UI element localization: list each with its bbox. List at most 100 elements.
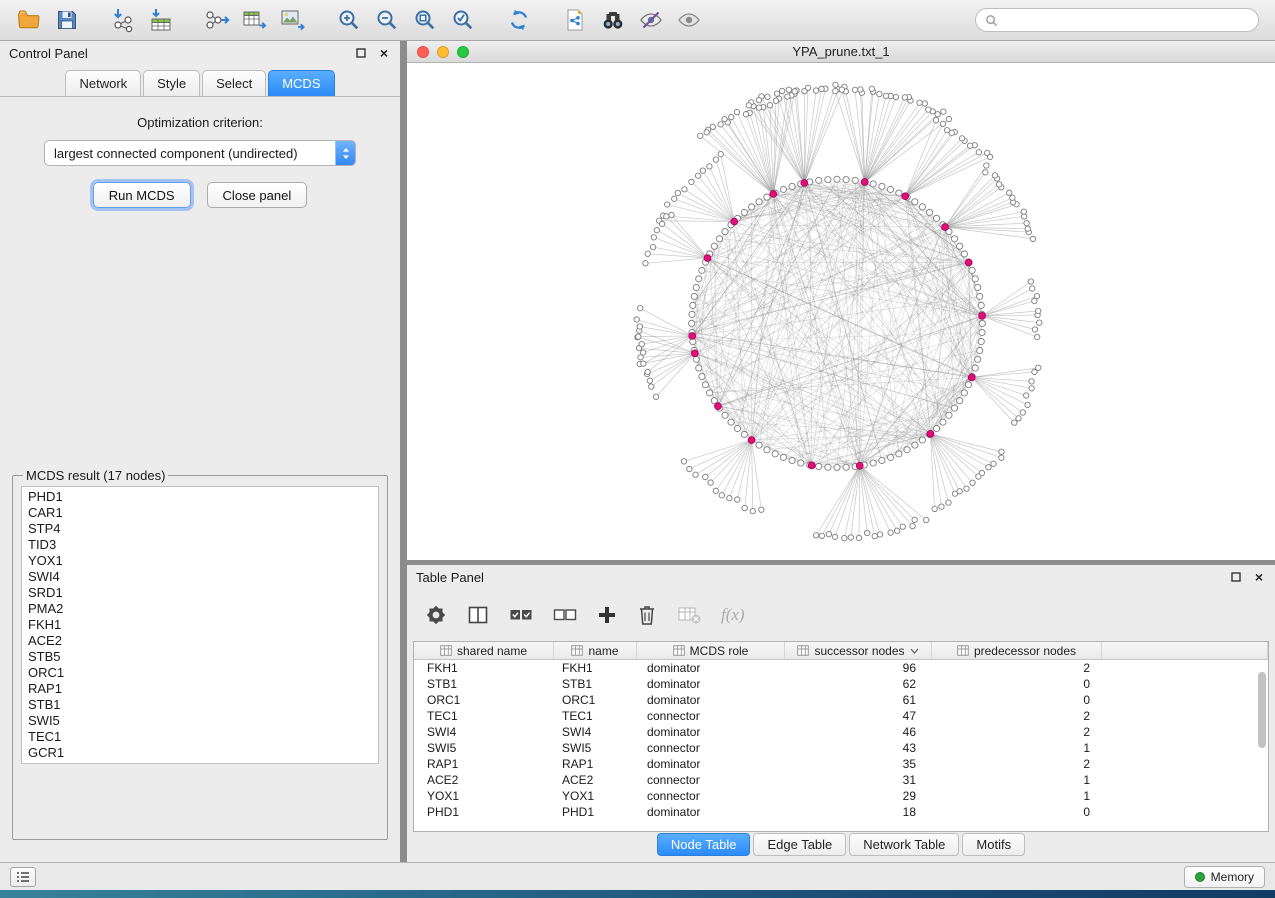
network-node[interactable]: [780, 186, 786, 192]
network-node[interactable]: [951, 405, 957, 411]
network-node[interactable]: [870, 181, 876, 187]
network-node[interactable]: [645, 369, 650, 374]
column-header-predecessor-nodes[interactable]: predecessor nodes: [932, 642, 1102, 660]
network-node[interactable]: [813, 88, 818, 93]
network-node[interactable]: [643, 261, 648, 266]
table-row[interactable]: TEC1TEC1connector472: [414, 708, 1268, 724]
network-node[interactable]: [659, 221, 664, 226]
network-node[interactable]: [979, 320, 985, 326]
mcds-result-item[interactable]: STP4: [22, 521, 378, 537]
network-node[interactable]: [722, 116, 727, 121]
network-node[interactable]: [992, 173, 997, 178]
tab-select[interactable]: Select: [202, 70, 266, 96]
network-node[interactable]: [728, 419, 734, 425]
network-node[interactable]: [941, 109, 946, 114]
column-header-shared-name[interactable]: shared name: [414, 642, 554, 660]
network-node[interactable]: [638, 306, 643, 311]
network-node[interactable]: [1037, 320, 1042, 325]
network-node[interactable]: [767, 103, 772, 108]
network-node[interactable]: [699, 267, 705, 273]
network-node[interactable]: [689, 320, 695, 326]
network-node[interactable]: [690, 302, 696, 308]
network-node[interactable]: [887, 186, 893, 192]
network-node[interactable]: [939, 504, 944, 509]
network-node[interactable]: [940, 121, 945, 126]
mcds-result-item[interactable]: SWI4: [22, 569, 378, 585]
network-hub-node[interactable]: [801, 180, 808, 187]
network-node[interactable]: [759, 507, 764, 512]
network-node[interactable]: [1030, 286, 1035, 291]
network-node[interactable]: [798, 460, 804, 466]
network-node[interactable]: [969, 267, 975, 273]
network-node[interactable]: [1012, 420, 1017, 425]
network-node[interactable]: [1025, 226, 1030, 231]
clone-network-button[interactable]: [556, 3, 594, 37]
mcds-result-item[interactable]: SWI5: [22, 713, 378, 729]
network-hub-node[interactable]: [704, 255, 711, 262]
network-node[interactable]: [641, 361, 646, 366]
network-hub-node[interactable]: [808, 462, 815, 469]
network-node[interactable]: [682, 187, 687, 192]
network-node[interactable]: [1030, 236, 1035, 241]
network-node[interactable]: [965, 382, 971, 388]
network-node[interactable]: [932, 506, 937, 511]
network-node[interactable]: [734, 425, 740, 431]
network-node[interactable]: [785, 94, 790, 99]
network-node[interactable]: [773, 98, 778, 103]
network-node[interactable]: [756, 105, 761, 110]
network-node[interactable]: [1010, 195, 1015, 200]
export-image-button[interactable]: [274, 3, 312, 37]
network-node[interactable]: [887, 454, 893, 460]
export-network-button[interactable]: [198, 3, 236, 37]
network-node[interactable]: [902, 95, 907, 100]
network-node[interactable]: [750, 508, 755, 513]
network-node[interactable]: [832, 534, 837, 539]
network-node[interactable]: [926, 209, 932, 215]
network-hub-node[interactable]: [856, 462, 863, 469]
mcds-result-item[interactable]: ORC1: [22, 665, 378, 681]
network-node[interactable]: [961, 251, 967, 257]
network-node[interactable]: [1034, 334, 1039, 339]
network-node[interactable]: [986, 465, 991, 470]
float-panel-button[interactable]: [354, 46, 368, 60]
network-node[interactable]: [834, 464, 840, 470]
network-node[interactable]: [933, 215, 939, 221]
network-node[interactable]: [789, 183, 795, 189]
network-node[interactable]: [764, 447, 770, 453]
network-node[interactable]: [879, 457, 885, 463]
network-node[interactable]: [703, 474, 708, 479]
mcds-result-item[interactable]: TEC1: [22, 729, 378, 745]
network-node[interactable]: [883, 93, 888, 98]
network-node[interactable]: [819, 533, 824, 538]
network-node[interactable]: [842, 535, 847, 540]
network-node[interactable]: [833, 82, 838, 87]
network-node[interactable]: [698, 133, 703, 138]
network-node[interactable]: [708, 480, 713, 485]
network-node[interactable]: [711, 243, 717, 249]
tab-edge-table[interactable]: Edge Table: [753, 833, 846, 856]
network-node[interactable]: [1006, 190, 1011, 195]
close-table-panel-button[interactable]: ×: [1252, 570, 1266, 584]
network-node[interactable]: [977, 347, 983, 353]
mcds-result-item[interactable]: YOX1: [22, 553, 378, 569]
network-node[interactable]: [689, 311, 695, 317]
network-node[interactable]: [722, 412, 728, 418]
function-builder-button[interactable]: f(x): [721, 605, 745, 625]
network-node[interactable]: [639, 341, 644, 346]
tab-motifs[interactable]: Motifs: [962, 833, 1025, 856]
find-button[interactable]: [594, 3, 632, 37]
network-node[interactable]: [1016, 416, 1021, 421]
tab-mcds[interactable]: MCDS: [268, 70, 334, 96]
network-node[interactable]: [864, 530, 869, 535]
zoom-in-button[interactable]: [330, 3, 368, 37]
network-node[interactable]: [1035, 308, 1040, 313]
refresh-button[interactable]: [500, 3, 538, 37]
network-node[interactable]: [912, 517, 917, 522]
network-hub-node[interactable]: [689, 333, 696, 340]
network-node[interactable]: [664, 202, 669, 207]
network-node[interactable]: [1034, 293, 1039, 298]
import-table-button[interactable]: [142, 3, 180, 37]
mcds-result-item[interactable]: TID3: [22, 537, 378, 553]
network-hub-node[interactable]: [979, 312, 986, 319]
network-node[interactable]: [729, 114, 734, 119]
